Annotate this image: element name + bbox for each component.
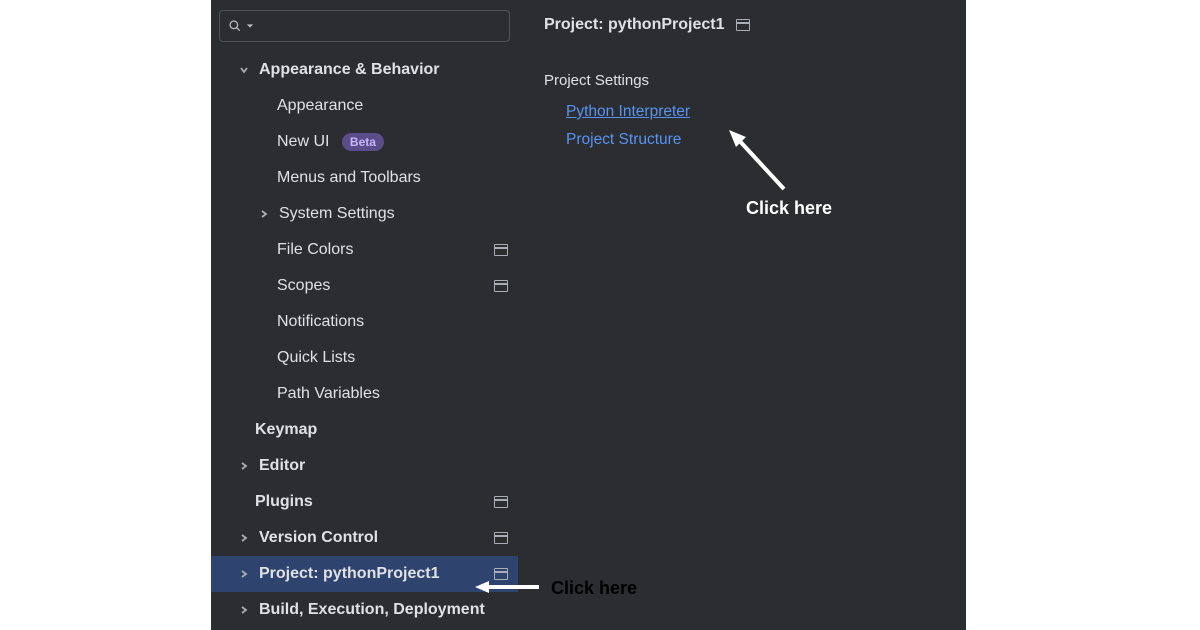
tree-label: Appearance [277,97,508,115]
tree-label: Scopes [277,277,494,295]
tree-label: Menus and Toolbars [277,169,508,187]
search-icon [228,19,242,33]
content-header: Project: pythonProject1 [544,16,956,34]
project-scope-icon [494,280,508,292]
chevron-right-icon [255,205,273,223]
tree-label: Version Control [259,529,494,547]
page-title: Project: pythonProject1 [544,16,724,34]
tree-label: Path Variables [277,385,508,403]
search-input[interactable] [219,10,510,42]
tree-label: Quick Lists [277,349,508,367]
project-scope-icon [736,19,750,31]
tree-item-version-control[interactable]: Version Control [211,520,518,556]
annotation-arrow-icon [726,127,798,202]
project-scope-icon [494,496,508,508]
settings-tree: Appearance & Behavior Appearance New UI … [211,52,518,628]
tree-label: Project: pythonProject1 [259,565,494,583]
annotation-label: Click here [746,198,832,219]
link-python-interpreter[interactable]: Python Interpreter [566,103,956,121]
tree-label: Appearance & Behavior [259,61,508,79]
tree-label: Notifications [277,313,508,331]
tree-label: File Colors [277,241,494,259]
tree-item-system-settings[interactable]: System Settings [211,196,518,232]
tree-label: Build, Execution, Deployment [259,601,508,619]
section-title: Project Settings [544,72,956,89]
tree-item-appearance[interactable]: Appearance [211,88,518,124]
search-wrap [211,10,518,52]
tree-item-notifications[interactable]: Notifications [211,304,518,340]
tree-label: Editor [259,457,508,475]
settings-sidebar: Appearance & Behavior Appearance New UI … [211,0,518,630]
tree-item-project[interactable]: Project: pythonProject1 [211,556,518,592]
tree-item-scopes[interactable]: Scopes [211,268,518,304]
tree-item-keymap[interactable]: Keymap [211,412,518,448]
tree-label: Keymap [255,421,508,439]
tree-item-new-ui[interactable]: New UI Beta [211,124,518,160]
project-scope-icon [494,532,508,544]
annotation-arrow-icon [473,580,543,594]
tree-item-quick-lists[interactable]: Quick Lists [211,340,518,376]
tree-label: System Settings [279,205,508,223]
chevron-right-icon [235,565,253,583]
tree-item-menus-toolbars[interactable]: Menus and Toolbars [211,160,518,196]
tree-item-editor[interactable]: Editor [211,448,518,484]
settings-window: Appearance & Behavior Appearance New UI … [211,0,966,630]
project-scope-icon [494,244,508,256]
chevron-down-icon [235,61,253,79]
chevron-down-icon [246,22,254,30]
beta-badge: Beta [342,133,384,151]
tree-label: New UI Beta [277,133,508,151]
tree-label-text: New UI [277,133,329,150]
chevron-right-icon [235,457,253,475]
tree-item-file-colors[interactable]: File Colors [211,232,518,268]
project-scope-icon [494,568,508,580]
settings-content: Project: pythonProject1 Project Settings… [518,0,966,630]
tree-item-build-execution-deployment[interactable]: Build, Execution, Deployment [211,592,518,628]
chevron-right-icon [235,601,253,619]
chevron-right-icon [235,529,253,547]
tree-label: Plugins [255,493,494,511]
tree-item-plugins[interactable]: Plugins [211,484,518,520]
tree-item-path-variables[interactable]: Path Variables [211,376,518,412]
annotation-label: Click here [551,578,637,599]
tree-item-appearance-behavior[interactable]: Appearance & Behavior [211,52,518,88]
